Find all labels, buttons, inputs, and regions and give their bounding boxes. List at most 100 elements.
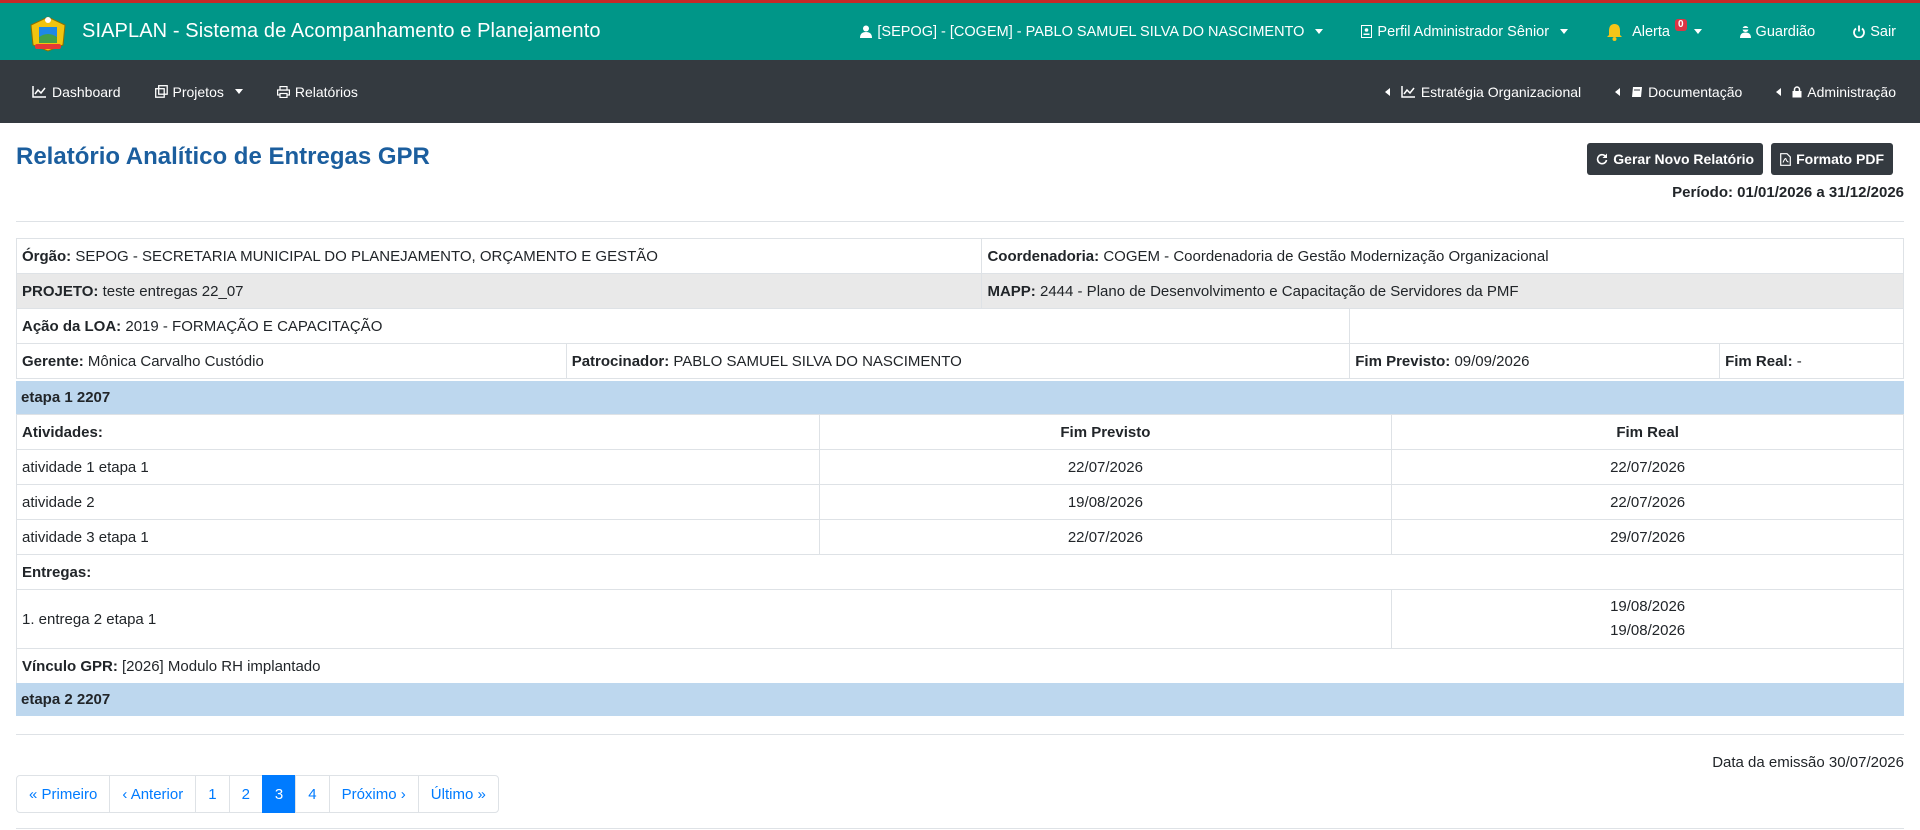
logout-link[interactable]: Sair	[1853, 24, 1896, 40]
logout-label: Sair	[1870, 23, 1896, 40]
user-secret-icon	[1739, 26, 1751, 38]
chevron-down-icon	[1560, 29, 1569, 34]
mapp-value: 2444 - Plano de Desenvolvimento e Capaci…	[1039, 282, 1519, 300]
nav-documentacao[interactable]: Documentação	[1615, 84, 1742, 100]
print-icon	[276, 85, 290, 98]
gerente-label: Gerente:	[22, 352, 84, 370]
coordenadoria-label: Coordenadoria:	[987, 247, 1100, 265]
coordenadoria-cell: Coordenadoria: COGEM - Coordenadoria de …	[981, 238, 1904, 274]
guardian-label: Guardião	[1755, 23, 1816, 40]
app-title: SIAPLAN - Sistema de Acompanhamento e Pl…	[82, 20, 601, 42]
divider	[16, 734, 1904, 735]
top-bar: SIAPLAN - Sistema de Acompanhamento e Pl…	[0, 0, 1920, 60]
guardian-link[interactable]: Guardião	[1739, 23, 1816, 40]
orgao-value: SEPOG - SECRETARIA MUNICIPAL DO PLANEJAM…	[75, 247, 658, 265]
activity-planned-end: 22/07/2026	[818, 519, 1393, 555]
page-title: Relatório Analítico de Entregas GPR	[16, 143, 430, 170]
nav-label: Dashboard	[52, 83, 121, 100]
chevron-left-icon	[1384, 87, 1390, 96]
page-link-1[interactable]: 1	[195, 775, 230, 813]
profile-menu[interactable]: Perfil Administrador Sênior	[1361, 23, 1569, 40]
nav-label: Projetos	[172, 83, 224, 100]
vinculo-label: Vínculo GPR:	[22, 657, 118, 675]
entrega-dates: 19/08/2026 19/08/2026	[1391, 589, 1904, 649]
report-content: Relatório Analítico de Entregas GPR Gera…	[0, 123, 1920, 830]
file-pdf-icon	[1780, 152, 1792, 166]
activities-table: Atividades: Fim Previsto Fim Real ativid…	[15, 414, 1904, 684]
patrocinador-value: PABLO SAMUEL SILVA DO NASCIMENTO	[673, 352, 962, 370]
divider	[16, 221, 1904, 222]
bell-icon	[1607, 23, 1623, 41]
activity-actual-end: 22/07/2026	[1391, 484, 1904, 520]
coordenadoria-value: COGEM - Coordenadoria de Gestão Moderniz…	[1103, 247, 1549, 265]
report-period: Período: 01/01/2026 a 31/12/2026	[1672, 184, 1904, 201]
table-row: atividade 1 etapa 1 22/07/2026 22/07/202…	[16, 449, 1904, 485]
activity-actual-end: 22/07/2026	[1391, 449, 1904, 485]
pdf-format-label: Formato PDF	[1796, 151, 1884, 167]
page-link-2[interactable]: 2	[228, 775, 263, 813]
acao-loa-cell: Ação da LOA: 2019 - FORMAÇÃO E CAPACITAÇ…	[15, 308, 1351, 344]
projeto-value: teste entregas 22_07	[102, 282, 244, 300]
nav-relatorios[interactable]: Relatórios	[276, 84, 358, 100]
vinculo-value: [2026] Modulo RH implantado	[122, 657, 321, 675]
activity-name: atividade 1 etapa 1	[16, 449, 820, 485]
id-card-icon	[1361, 25, 1373, 38]
generate-new-report-label: Gerar Novo Relatório	[1613, 151, 1755, 167]
main-nav: Dashboard Projetos Relatórios Estratégia…	[0, 60, 1920, 123]
page-first-link[interactable]: « Primeiro	[16, 775, 111, 813]
page-prev-link[interactable]: ‹ Anterior	[109, 775, 197, 813]
mapp-cell: MAPP: 2444 - Plano de Desenvolvimento e …	[981, 273, 1904, 309]
nav-dashboard[interactable]: Dashboard	[32, 84, 121, 100]
fim-real-header: Fim Real	[1391, 414, 1904, 450]
entrega-date-actual: 19/08/2026	[1610, 622, 1686, 639]
fim-previsto-label: Fim Previsto:	[1355, 352, 1451, 370]
brand[interactable]: SIAPLAN - Sistema de Acompanhamento e Pl…	[24, 10, 601, 54]
chevron-down-icon	[1315, 29, 1324, 34]
atividades-header: Atividades:	[16, 414, 820, 450]
projeto-cell: PROJETO: teste entregas 22_07	[15, 273, 983, 309]
fim-real-cell: Fim Real: -	[1719, 343, 1904, 379]
alert-menu[interactable]: Alerta 0	[1606, 18, 1702, 41]
page-next-link[interactable]: Próximo ›	[328, 775, 419, 813]
nav-estrategia[interactable]: Estratégia Organizacional	[1384, 84, 1581, 100]
nav-projetos[interactable]: Projetos	[154, 83, 243, 100]
alert-count-badge: 0	[1674, 18, 1687, 31]
acao-loa-label: Ação da LOA:	[22, 317, 122, 335]
report-actions: Gerar Novo Relatório Formato PDF	[1587, 143, 1893, 175]
pdf-format-button[interactable]: Formato PDF	[1771, 143, 1893, 175]
mapp-label: MAPP:	[987, 282, 1036, 300]
page-link-3-active[interactable]: 3	[261, 775, 297, 813]
chevron-down-icon	[234, 89, 243, 94]
acao-loa-value: 2019 - FORMAÇÃO E CAPACITAÇÃO	[125, 317, 383, 335]
empty-cell	[1349, 308, 1904, 344]
activity-name: atividade 2	[16, 484, 820, 520]
fim-real-label: Fim Real:	[1725, 352, 1793, 370]
stage-header: etapa 2 2207	[16, 683, 1904, 716]
orgao-label: Órgão:	[22, 247, 72, 265]
project-info-table: Órgão: SEPOG - SECRETARIA MUNICIPAL DO P…	[15, 238, 1904, 379]
nav-administracao[interactable]: Administração	[1776, 84, 1896, 100]
book-icon	[1632, 86, 1643, 97]
chevron-down-icon	[1693, 29, 1702, 34]
activity-planned-end: 19/08/2026	[818, 484, 1393, 520]
gerente-value: Mônica Carvalho Custódio	[87, 352, 264, 370]
chevron-left-icon	[1615, 87, 1621, 96]
profile-label: Perfil Administrador Sênior	[1377, 23, 1550, 40]
page-link-4[interactable]: 4	[295, 775, 330, 813]
clone-icon	[154, 85, 168, 98]
page-last-link[interactable]: Último »	[417, 775, 499, 813]
fim-previsto-header: Fim Previsto	[818, 414, 1393, 450]
refresh-icon	[1597, 153, 1608, 165]
generate-new-report-button[interactable]: Gerar Novo Relatório	[1587, 143, 1764, 175]
line-chart-icon	[1401, 85, 1415, 98]
activity-name: atividade 3 etapa 1	[16, 519, 820, 555]
user-menu[interactable]: [SEPOG] - [COGEM] - PABLO SAMUEL SILVA D…	[860, 24, 1324, 40]
nav-label: Administração	[1807, 83, 1896, 100]
power-off-icon	[1853, 25, 1866, 38]
pagination: « Primeiro ‹ Anterior 1 2 3 4 Próximo › …	[16, 775, 499, 813]
line-chart-icon	[32, 85, 46, 98]
table-row: 1. entrega 2 etapa 1 19/08/2026 19/08/20…	[15, 589, 1904, 649]
alert-label: Alerta	[1632, 23, 1670, 40]
user-icon	[860, 25, 873, 38]
patrocinador-label: Patrocinador:	[571, 352, 670, 370]
